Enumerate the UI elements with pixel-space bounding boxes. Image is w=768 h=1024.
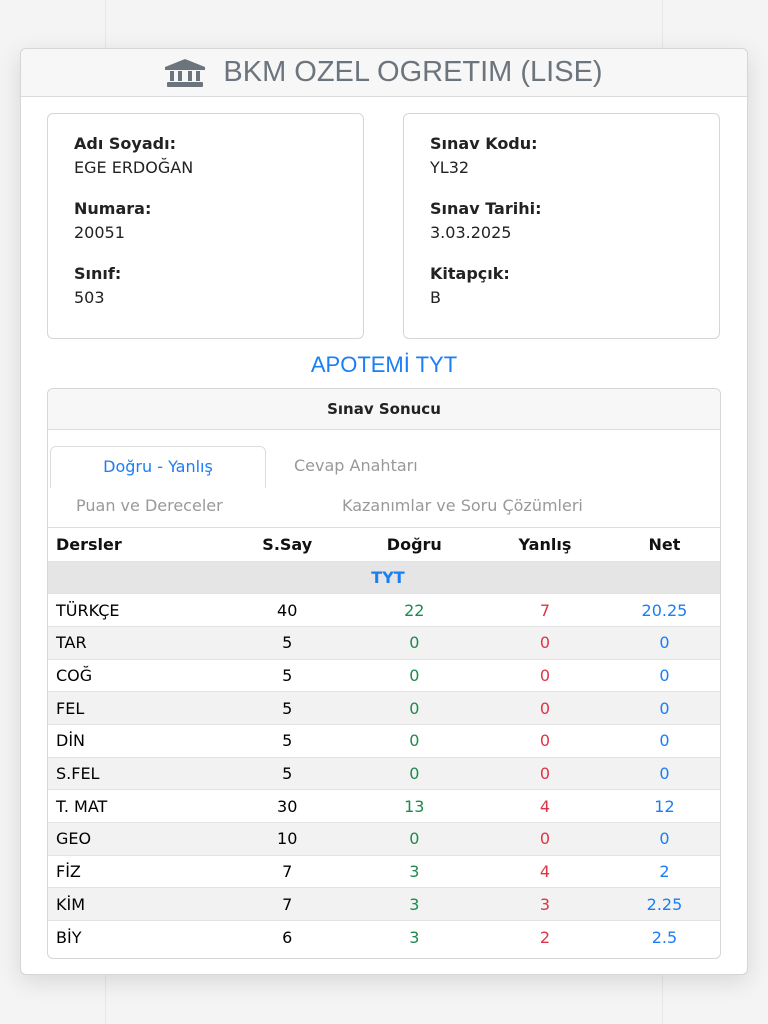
cell-ders: T. MAT [48,789,227,823]
cell-net: 0 [608,658,720,692]
column-header: Doğru [386,534,442,554]
tab-puan-dereceler[interactable]: Puan ve Dereceler [76,486,223,528]
number-label: Numara: [74,199,152,218]
cell-soru-sayisi: 10 [226,822,348,856]
cell-net: 0 [608,822,720,856]
student-info: Adı Soyadı: EGE ERDOĞAN Numara: 20051 Sı… [47,113,364,339]
cell-soru-sayisi: 30 [226,789,348,823]
cell-soru-sayisi: 6 [226,920,348,954]
exam-date-label: Sınav Tarihi: [430,199,542,218]
column-header: S.Say [262,534,313,554]
cell-soru-sayisi: 5 [226,723,348,758]
results-table: Dersler S.Say Doğru Yanlış Net TYT TÜRKÇE 40 22… [48,528,720,954]
exam-code-label: Sınav Kodu: [430,134,538,153]
tab-kazanimlar[interactable]: Kazanımlar ve Soru Çözümleri [342,486,583,528]
cell-net: 2.5 [608,920,720,954]
cell-yanlis: 2 [480,920,609,954]
table-row: KİM 7 3 3 2.25 [48,887,720,921]
report-card: BKM OZEL OGRETIM (LISE) Adı Soyadı: EGE … [20,48,748,975]
cell-net: 0 [608,625,720,660]
cell-yanlis: 7 [480,593,609,627]
cell-ders: COĞ [48,658,227,692]
column-header: Dersler [56,534,122,554]
table-row: TÜRKÇE 40 22 7 20.25 [48,593,720,627]
table-row: TAR 5 0 0 0 [48,625,720,660]
cell-dogru: 0 [347,723,481,758]
cell-ders: S.FEL [48,756,227,790]
cell-yanlis: 0 [480,723,609,758]
booklet-value: B [430,288,441,307]
cell-ders: FEL [48,691,227,725]
group-row-tyt: TYT [48,560,720,594]
cell-yanlis: 4 [480,789,609,823]
table-row: T. MAT 30 13 4 12 [48,789,720,823]
cell-yanlis: 0 [480,756,609,790]
cell-dogru: 3 [347,920,481,954]
exam-date-value: 3.03.2025 [430,223,512,242]
class-value: 503 [74,288,105,307]
cell-yanlis: 0 [480,691,609,725]
table-row: DİN 5 0 0 0 [48,723,720,758]
cell-dogru: 0 [347,822,481,856]
cell-yanlis: 0 [480,658,609,692]
cell-dogru: 3 [347,887,481,921]
results-title: Sınav Sonucu [48,389,720,430]
cell-ders: BİY [48,920,227,954]
name-label: Adı Soyadı: [74,134,176,153]
cell-ders: FİZ [48,854,227,888]
bank-icon [165,58,206,87]
column-header: Net [648,534,681,554]
cell-yanlis: 4 [480,854,609,888]
school-name: BKM OZEL OGRETIM (LISE) [223,56,603,88]
table-row: GEO 10 0 0 0 [48,822,720,856]
cell-soru-sayisi: 5 [226,658,348,692]
cell-net: 0 [608,723,720,758]
cell-yanlis: 3 [480,887,609,921]
cell-yanlis: 0 [480,625,609,660]
table-row: FİZ 7 3 4 2 [48,854,720,888]
cell-dogru: 0 [347,625,481,660]
cell-soru-sayisi: 5 [226,625,348,660]
results-panel: Sınav Sonucu Doğru - Yanlış Cevap Anahta… [47,388,721,959]
cell-soru-sayisi: 5 [226,756,348,790]
booklet-label: Kitapçık: [430,264,510,283]
table-row: COĞ 5 0 0 0 [48,658,720,692]
cell-net: 0 [608,756,720,790]
cell-ders: TÜRKÇE [48,593,227,627]
table-row: S.FEL 5 0 0 0 [48,756,720,790]
cell-soru-sayisi: 5 [226,691,348,725]
cell-net: 2.25 [608,887,720,921]
cell-ders: DİN [48,723,227,758]
cell-dogru: 3 [347,854,481,888]
cell-yanlis: 0 [480,822,609,856]
cell-soru-sayisi: 7 [226,887,348,921]
cell-net: 20.25 [608,593,720,627]
cell-ders: TAR [48,625,227,660]
number-value: 20051 [74,223,125,242]
tab-dogru-yanlis[interactable]: Doğru - Yanlış [50,446,266,488]
cell-soru-sayisi: 40 [226,593,348,627]
name-value: EGE ERDOĞAN [74,158,194,177]
school-header: BKM OZEL OGRETIM (LISE) [21,49,747,97]
column-header: Yanlış [518,534,572,554]
exam-title: APOTEMİ TYT [310,352,458,377]
cell-dogru: 0 [347,691,481,725]
table-row: BİY 6 3 2 2.5 [48,920,720,954]
cell-dogru: 22 [347,593,481,627]
cell-net: 2 [608,854,720,888]
table-row: FEL 5 0 0 0 [48,691,720,725]
cell-dogru: 13 [347,789,481,823]
cell-soru-sayisi: 7 [226,854,348,888]
class-label: Sınıf: [74,264,122,283]
cell-dogru: 0 [347,658,481,692]
cell-ders: KİM [48,887,227,921]
exam-info: Sınav Kodu: YL32 Sınav Tarihi: 3.03.2025… [403,113,720,339]
cell-ders: GEO [48,822,227,856]
exam-code-value: YL32 [430,158,470,177]
cell-net: 12 [608,789,720,823]
tab-cevap-anahtari[interactable]: Cevap Anahtarı [294,446,418,488]
cell-dogru: 0 [347,756,481,790]
cell-net: 0 [608,691,720,725]
